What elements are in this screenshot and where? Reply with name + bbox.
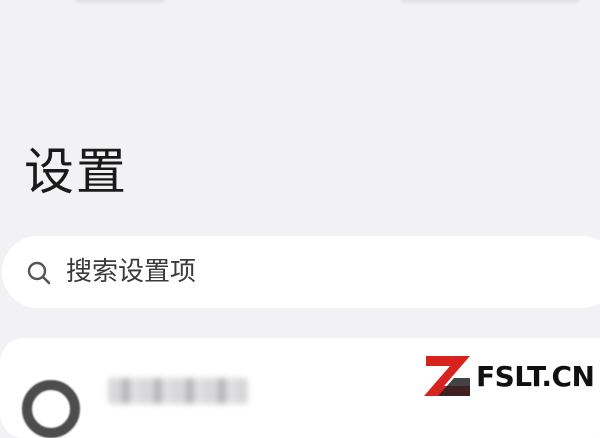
search-bar[interactable] <box>2 236 600 308</box>
status-bar-indicators <box>400 0 580 3</box>
watermark: FSLT.CN <box>424 352 595 400</box>
search-input[interactable] <box>66 250 526 294</box>
status-bar <box>0 0 600 8</box>
page-title: 设置 <box>24 143 128 201</box>
search-icon <box>27 261 51 285</box>
avatar-icon <box>22 380 80 438</box>
account-name <box>108 378 248 404</box>
watermark-text: FSLT.CN <box>476 359 595 393</box>
watermark-logo-icon <box>424 356 470 396</box>
status-bar-time <box>75 0 165 3</box>
